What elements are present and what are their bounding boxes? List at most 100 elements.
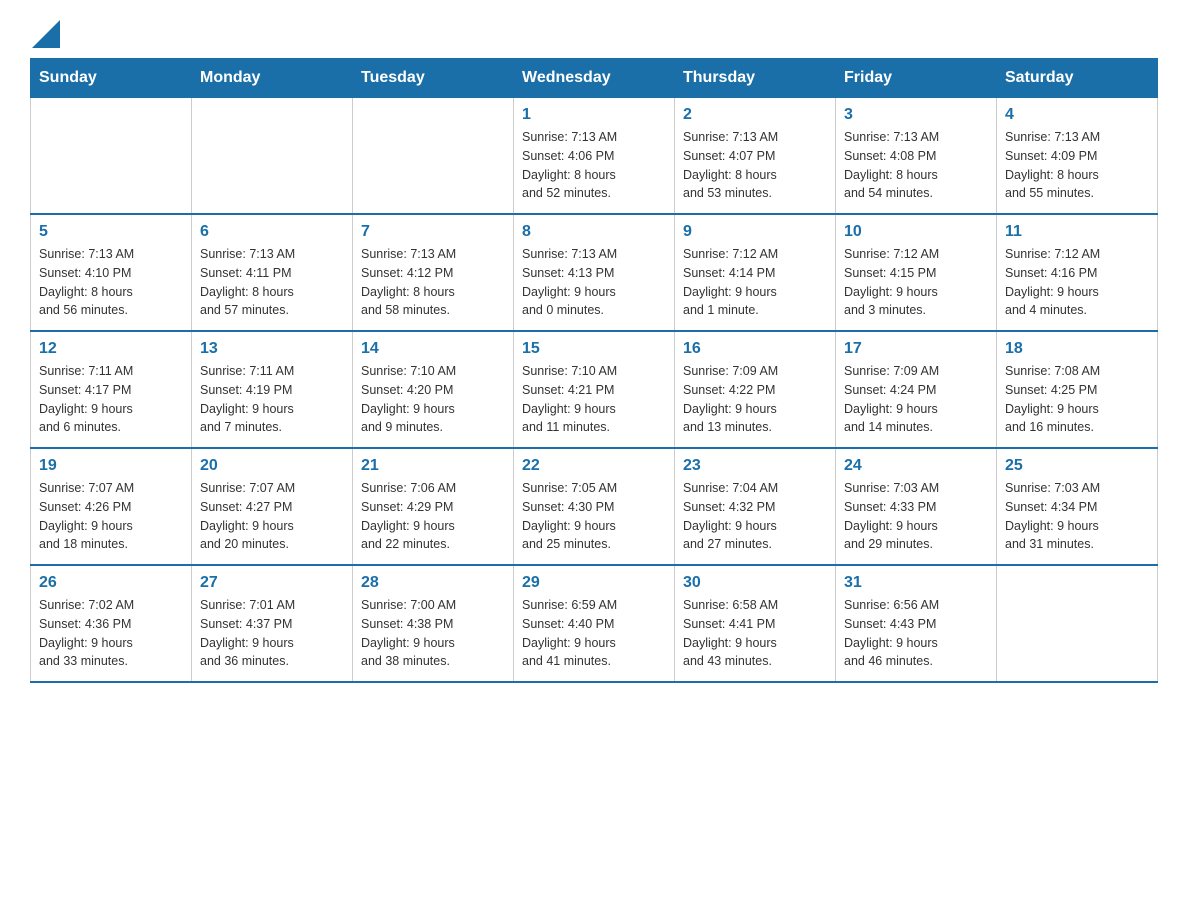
day-number: 8 — [522, 223, 666, 241]
day-number: 16 — [683, 340, 827, 358]
logo-icon — [32, 20, 60, 48]
calendar-cell: 2 Sunrise: 7:13 AM Sunset: 4:07 PM Daylig… — [675, 98, 836, 215]
header-saturday: Saturday — [997, 59, 1158, 98]
calendar-week-2: 5 Sunrise: 7:13 AM Sunset: 4:10 PM Daylig… — [31, 214, 1158, 331]
day-number: 24 — [844, 457, 988, 475]
calendar-cell — [997, 565, 1158, 682]
header-tuesday: Tuesday — [353, 59, 514, 98]
day-info: Sunrise: 7:06 AM Sunset: 4:29 PM Dayligh… — [361, 479, 505, 554]
calendar-cell: 30Sunrise: 6:58 AM Sunset: 4:41 PM Dayli… — [675, 565, 836, 682]
calendar-cell: 8 Sunrise: 7:13 AM Sunset: 4:13 PM Daylig… — [514, 214, 675, 331]
day-info: Sunrise: 7:09 AM Sunset: 4:22 PM Dayligh… — [683, 362, 827, 437]
header-sunday: Sunday — [31, 59, 192, 98]
day-info: Sunrise: 6:59 AM Sunset: 4:40 PM Dayligh… — [522, 596, 666, 671]
day-info: Sunrise: 7:13 AM Sunset: 4:10 PM Dayligh… — [39, 245, 183, 320]
day-number: 10 — [844, 223, 988, 241]
day-number: 3 — [844, 106, 988, 124]
calendar-cell: 3 Sunrise: 7:13 AM Sunset: 4:08 PM Daylig… — [836, 98, 997, 215]
day-number: 11 — [1005, 223, 1149, 241]
day-number: 5 — [39, 223, 183, 241]
calendar-cell: 7 Sunrise: 7:13 AM Sunset: 4:12 PM Daylig… — [353, 214, 514, 331]
calendar-cell: 6 Sunrise: 7:13 AM Sunset: 4:11 PM Daylig… — [192, 214, 353, 331]
calendar-cell: 27 Sunrise: 7:01 AM Sunset: 4:37 PM Dayli… — [192, 565, 353, 682]
calendar-week-5: 26 Sunrise: 7:02 AM Sunset: 4:36 PM Dayli… — [31, 565, 1158, 682]
day-info: Sunrise: 7:13 AM Sunset: 4:13 PM Dayligh… — [522, 245, 666, 320]
calendar-cell: 24 Sunrise: 7:03 AM Sunset: 4:33 PM Dayli… — [836, 448, 997, 565]
calendar-cell: 9Sunrise: 7:12 AM Sunset: 4:14 PM Daylig… — [675, 214, 836, 331]
day-info: Sunrise: 7:08 AM Sunset: 4:25 PM Dayligh… — [1005, 362, 1149, 437]
day-info: Sunrise: 7:03 AM Sunset: 4:33 PM Dayligh… — [844, 479, 988, 554]
day-number: 17 — [844, 340, 988, 358]
calendar-cell: 1 Sunrise: 7:13 AM Sunset: 4:06 PM Daylig… — [514, 98, 675, 215]
calendar-cell: 10 Sunrise: 7:12 AM Sunset: 4:15 PM Dayli… — [836, 214, 997, 331]
day-number: 21 — [361, 457, 505, 475]
day-info: Sunrise: 7:00 AM Sunset: 4:38 PM Dayligh… — [361, 596, 505, 671]
calendar-cell: 14 Sunrise: 7:10 AM Sunset: 4:20 PM Dayli… — [353, 331, 514, 448]
calendar-cell: 17Sunrise: 7:09 AM Sunset: 4:24 PM Dayli… — [836, 331, 997, 448]
day-info: Sunrise: 7:12 AM Sunset: 4:15 PM Dayligh… — [844, 245, 988, 320]
day-info: Sunrise: 7:11 AM Sunset: 4:19 PM Dayligh… — [200, 362, 344, 437]
day-number: 25 — [1005, 457, 1149, 475]
day-number: 28 — [361, 574, 505, 592]
day-number: 19 — [39, 457, 183, 475]
day-info: Sunrise: 7:13 AM Sunset: 4:08 PM Dayligh… — [844, 128, 988, 203]
calendar-cell — [192, 98, 353, 215]
day-number: 22 — [522, 457, 666, 475]
day-number: 31 — [844, 574, 988, 592]
calendar-week-4: 19 Sunrise: 7:07 AM Sunset: 4:26 PM Dayli… — [31, 448, 1158, 565]
day-info: Sunrise: 7:01 AM Sunset: 4:37 PM Dayligh… — [200, 596, 344, 671]
calendar-cell: 19 Sunrise: 7:07 AM Sunset: 4:26 PM Dayli… — [31, 448, 192, 565]
day-info: Sunrise: 7:03 AM Sunset: 4:34 PM Dayligh… — [1005, 479, 1149, 554]
day-number: 2 — [683, 106, 827, 124]
day-info: Sunrise: 7:12 AM Sunset: 4:16 PM Dayligh… — [1005, 245, 1149, 320]
day-info: Sunrise: 7:12 AM Sunset: 4:14 PM Dayligh… — [683, 245, 827, 320]
calendar-cell: 20 Sunrise: 7:07 AM Sunset: 4:27 PM Dayli… — [192, 448, 353, 565]
calendar-table: Sunday Monday Tuesday Wednesday Thursday… — [30, 58, 1158, 683]
header-friday: Friday — [836, 59, 997, 98]
calendar-cell: 5 Sunrise: 7:13 AM Sunset: 4:10 PM Daylig… — [31, 214, 192, 331]
calendar-header-row: Sunday Monday Tuesday Wednesday Thursday… — [31, 59, 1158, 98]
calendar-cell: 11 Sunrise: 7:12 AM Sunset: 4:16 PM Dayli… — [997, 214, 1158, 331]
calendar-cell: 21 Sunrise: 7:06 AM Sunset: 4:29 PM Dayli… — [353, 448, 514, 565]
day-number: 1 — [522, 106, 666, 124]
day-info: Sunrise: 7:10 AM Sunset: 4:20 PM Dayligh… — [361, 362, 505, 437]
calendar-week-3: 12 Sunrise: 7:11 AM Sunset: 4:17 PM Dayli… — [31, 331, 1158, 448]
header-monday: Monday — [192, 59, 353, 98]
calendar-cell: 18 Sunrise: 7:08 AM Sunset: 4:25 PM Dayli… — [997, 331, 1158, 448]
day-number: 4 — [1005, 106, 1149, 124]
calendar-cell: 13Sunrise: 7:11 AM Sunset: 4:19 PM Dayli… — [192, 331, 353, 448]
day-info: Sunrise: 7:04 AM Sunset: 4:32 PM Dayligh… — [683, 479, 827, 554]
day-info: Sunrise: 7:13 AM Sunset: 4:12 PM Dayligh… — [361, 245, 505, 320]
day-info: Sunrise: 7:11 AM Sunset: 4:17 PM Dayligh… — [39, 362, 183, 437]
calendar-cell: 29 Sunrise: 6:59 AM Sunset: 4:40 PM Dayli… — [514, 565, 675, 682]
header-wednesday: Wednesday — [514, 59, 675, 98]
calendar-cell: 25 Sunrise: 7:03 AM Sunset: 4:34 PM Dayli… — [997, 448, 1158, 565]
day-number: 20 — [200, 457, 344, 475]
calendar-cell: 12 Sunrise: 7:11 AM Sunset: 4:17 PM Dayli… — [31, 331, 192, 448]
page-header — [30, 20, 1158, 48]
header-thursday: Thursday — [675, 59, 836, 98]
calendar-cell: 26 Sunrise: 7:02 AM Sunset: 4:36 PM Dayli… — [31, 565, 192, 682]
day-number: 29 — [522, 574, 666, 592]
day-info: Sunrise: 7:07 AM Sunset: 4:26 PM Dayligh… — [39, 479, 183, 554]
day-number: 18 — [1005, 340, 1149, 358]
day-number: 7 — [361, 223, 505, 241]
day-info: Sunrise: 7:10 AM Sunset: 4:21 PM Dayligh… — [522, 362, 666, 437]
day-info: Sunrise: 7:13 AM Sunset: 4:07 PM Dayligh… — [683, 128, 827, 203]
calendar-cell: 22Sunrise: 7:05 AM Sunset: 4:30 PM Dayli… — [514, 448, 675, 565]
day-number: 27 — [200, 574, 344, 592]
day-info: Sunrise: 7:13 AM Sunset: 4:11 PM Dayligh… — [200, 245, 344, 320]
day-info: Sunrise: 7:13 AM Sunset: 4:06 PM Dayligh… — [522, 128, 666, 203]
calendar-cell: 16 Sunrise: 7:09 AM Sunset: 4:22 PM Dayli… — [675, 331, 836, 448]
day-number: 12 — [39, 340, 183, 358]
day-number: 26 — [39, 574, 183, 592]
day-number: 6 — [200, 223, 344, 241]
day-number: 23 — [683, 457, 827, 475]
day-number: 14 — [361, 340, 505, 358]
day-number: 15 — [522, 340, 666, 358]
calendar-cell: 31Sunrise: 6:56 AM Sunset: 4:43 PM Dayli… — [836, 565, 997, 682]
day-info: Sunrise: 7:07 AM Sunset: 4:27 PM Dayligh… — [200, 479, 344, 554]
calendar-cell: 15 Sunrise: 7:10 AM Sunset: 4:21 PM Dayli… — [514, 331, 675, 448]
day-info: Sunrise: 7:02 AM Sunset: 4:36 PM Dayligh… — [39, 596, 183, 671]
calendar-cell — [31, 98, 192, 215]
